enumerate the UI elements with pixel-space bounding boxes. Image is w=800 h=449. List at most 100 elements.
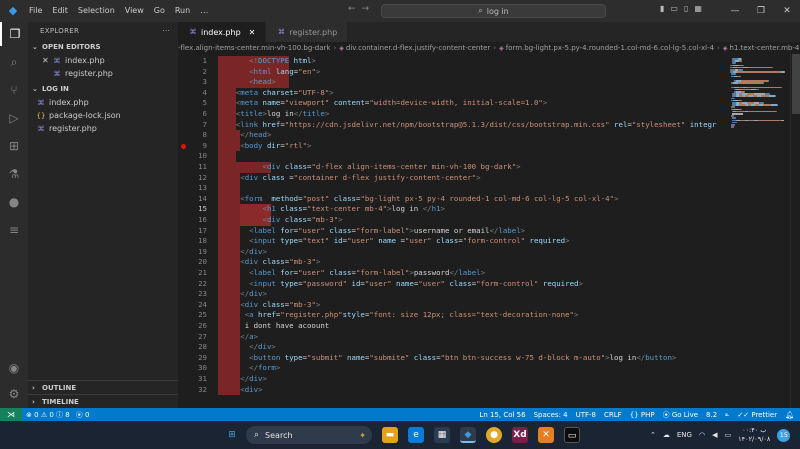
code-line[interactable]: 27 </a> xyxy=(178,331,724,343)
breadcrumb-item[interactable]: form.bg-light.px-5.py-4.rounded-1.col-md… xyxy=(506,44,714,52)
battery-icon[interactable]: ▭ xyxy=(724,431,731,439)
toggle-secondary-sidebar-icon[interactable]: ▯ xyxy=(684,4,688,13)
source-control-icon[interactable]: ⑂ xyxy=(0,78,28,102)
code-line[interactable]: 8 </head> xyxy=(178,130,724,141)
code-line[interactable]: 26 i dont have acoount xyxy=(178,321,724,332)
extensions-icon[interactable]: ⊞ xyxy=(0,134,28,158)
file-explorer-icon[interactable]: ▬ xyxy=(382,427,398,443)
breadcrumb-item[interactable]: div.container.d-flex.justify-content-cen… xyxy=(346,44,490,52)
folder-section[interactable]: ⌄ LOG IN xyxy=(28,82,178,96)
code-line[interactable]: 17 <label for="user" class="form-label">u… xyxy=(178,225,724,237)
github-icon[interactable]: ● xyxy=(0,190,28,214)
code-line[interactable]: 5 <meta name="viewport" content="width=de… xyxy=(178,98,724,109)
volume-icon[interactable]: ◀︎ xyxy=(712,431,717,439)
terminal-icon[interactable]: ▭ xyxy=(564,427,580,443)
chrome-icon[interactable]: ● xyxy=(486,427,502,443)
edge-browser-icon[interactable]: e xyxy=(408,427,424,443)
code-line[interactable]: 23 </div> xyxy=(178,289,724,300)
php-version[interactable]: 8.2 xyxy=(706,411,717,419)
code-line[interactable]: 25 <a href="register.php"style="font: siz… xyxy=(178,310,724,321)
code-line[interactable]: 7 <link href="https://cdn.jsdelivr.net/np… xyxy=(178,119,724,131)
search-view-icon[interactable]: ⌕ xyxy=(0,50,28,74)
code-line[interactable]: 20 <div class="mb-3"> xyxy=(178,257,724,268)
breakpoint-icon[interactable] xyxy=(181,143,186,149)
menu-run[interactable]: Run xyxy=(170,0,195,22)
keyboard-language[interactable]: ENG xyxy=(677,431,692,439)
chevron-up-icon[interactable]: ⌃ xyxy=(650,431,656,439)
feedback-icon[interactable]: ⟀ xyxy=(725,410,729,419)
customize-layout-icon[interactable]: ▦ xyxy=(694,4,702,13)
outline-section[interactable]: › OUTLINE xyxy=(28,380,178,395)
code-line[interactable]: 28 </div> xyxy=(178,342,724,353)
close-window-icon[interactable]: ✕ xyxy=(774,0,800,22)
menu-view[interactable]: View xyxy=(120,0,149,22)
list-view-icon[interactable]: ≡ xyxy=(0,218,28,242)
code-line[interactable]: 29 <button type="submit" name="submite" c… xyxy=(178,352,724,364)
clock[interactable]: ۰۰:۴۰ ب ۱۴۰۲/۰۹/۰۸ xyxy=(738,426,770,444)
go-live[interactable]: ⦿ Go Live xyxy=(663,410,698,420)
menu-more[interactable]: … xyxy=(195,0,213,22)
wifi-icon[interactable]: ◠ xyxy=(699,431,705,439)
code-line[interactable]: 15 <h1 class="text-center mb-4">log in </… xyxy=(178,204,724,215)
open-editors-section[interactable]: ⌄ OPEN EDITORS xyxy=(28,40,178,54)
file-item[interactable]: ⌘ index.php xyxy=(28,96,178,109)
code-line[interactable]: 32 <div> xyxy=(178,384,724,396)
close-tab-icon[interactable]: ✕ xyxy=(249,28,256,37)
language-mode[interactable]: {} PHP xyxy=(630,411,655,419)
file-item[interactable]: {} package-lock.json xyxy=(28,109,178,122)
forward-arrow-icon[interactable]: → xyxy=(362,4,376,14)
command-center-search[interactable]: ⌕ log in xyxy=(381,4,606,18)
code-line[interactable]: 31 </div> xyxy=(178,374,724,385)
explorer-icon[interactable]: ❐ xyxy=(0,22,28,46)
code-line[interactable]: 6 <title>log in</title> xyxy=(178,109,724,120)
ports-status[interactable]: ⦿ 0 xyxy=(76,410,90,420)
testing-icon[interactable]: ⚗ xyxy=(0,162,28,186)
minimize-icon[interactable]: — xyxy=(722,0,748,22)
menu-go[interactable]: Go xyxy=(149,0,170,22)
microsoft-store-icon[interactable]: ▦ xyxy=(434,427,450,443)
tab-register-php[interactable]: ⌘ register.php xyxy=(266,22,349,42)
code-line[interactable]: 10 xyxy=(178,151,724,162)
toggle-panel-icon[interactable]: ▭ xyxy=(670,4,678,13)
code-line[interactable]: 16 <div class="mb-3"> xyxy=(178,215,724,226)
remote-indicator-icon[interactable]: ⋊ xyxy=(0,408,22,421)
code-editor[interactable]: 1 <!DOCTYPE html> 2 <html lang="en"> 3 <head>… xyxy=(178,54,724,408)
close-editor-icon[interactable]: ✕ xyxy=(42,56,52,65)
breadcrumb-item[interactable]: h1.text-center.mb-4 xyxy=(730,44,800,52)
problems-status[interactable]: ⊗ 0 ⚠ 0 ⓘ 8 xyxy=(26,410,70,420)
code-line[interactable]: 11 <div class="d-flex align-items-center … xyxy=(178,162,724,173)
end-of-line[interactable]: CRLF xyxy=(604,411,622,419)
notifications-bell-icon[interactable]: 🔔︎ xyxy=(785,411,794,419)
code-line[interactable]: 21 <label for="user" class="form-label">p… xyxy=(178,268,724,279)
encoding[interactable]: UTF-8 xyxy=(576,411,596,419)
notification-badge[interactable]: 15 xyxy=(777,428,791,442)
code-line[interactable]: 9 <body dir="rtl"> xyxy=(178,140,724,152)
windows-start-icon[interactable]: ⊞ xyxy=(224,427,240,443)
code-line[interactable]: 1 <!DOCTYPE html> xyxy=(178,56,724,67)
prettier[interactable]: ✓✓ Prettier xyxy=(737,411,777,419)
open-editor-item[interactable]: ⌘ register.php xyxy=(28,67,178,80)
vscode-taskbar-icon[interactable]: ◆ xyxy=(460,427,476,443)
timeline-section[interactable]: › TIMELINE xyxy=(28,394,178,409)
code-line[interactable]: 13 xyxy=(178,183,724,194)
cursor-position[interactable]: Ln 15, Col 56 xyxy=(479,411,525,419)
code-line[interactable]: 3 <head> xyxy=(178,77,724,88)
code-line[interactable]: 14 <form method="post" class="bg-light px… xyxy=(178,193,724,205)
tab-index-php[interactable]: ⌘ index.php ✕ xyxy=(178,22,267,42)
file-item[interactable]: ⌘ register.php xyxy=(28,122,178,135)
breadcrumb-item[interactable]: -flex.align-items-center.min-vh-100.bg-d… xyxy=(178,44,330,52)
settings-gear-icon[interactable]: ⚙ xyxy=(0,382,28,406)
indentation[interactable]: Spaces: 4 xyxy=(534,411,568,419)
code-line[interactable]: 24 <div class="mb-3"> xyxy=(178,299,724,311)
menu-edit[interactable]: Edit xyxy=(47,0,73,22)
code-line[interactable]: 19 </div> xyxy=(178,246,724,258)
xampp-icon[interactable]: ✕ xyxy=(538,427,554,443)
open-editor-item[interactable]: ✕ ⌘ index.php xyxy=(28,54,178,67)
code-line[interactable]: 12 <div class ="container d-flex justify-… xyxy=(178,172,724,184)
run-debug-icon[interactable]: ▷ xyxy=(0,106,28,130)
cloud-icon[interactable]: ☁ xyxy=(663,431,670,439)
code-line[interactable]: 30 </form> xyxy=(178,363,724,374)
code-line[interactable]: 2 <html lang="en"> xyxy=(178,66,724,78)
toggle-primary-sidebar-icon[interactable]: ▮ xyxy=(660,4,664,13)
taskbar-search[interactable]: ⌕ Search ✦ xyxy=(246,426,372,444)
